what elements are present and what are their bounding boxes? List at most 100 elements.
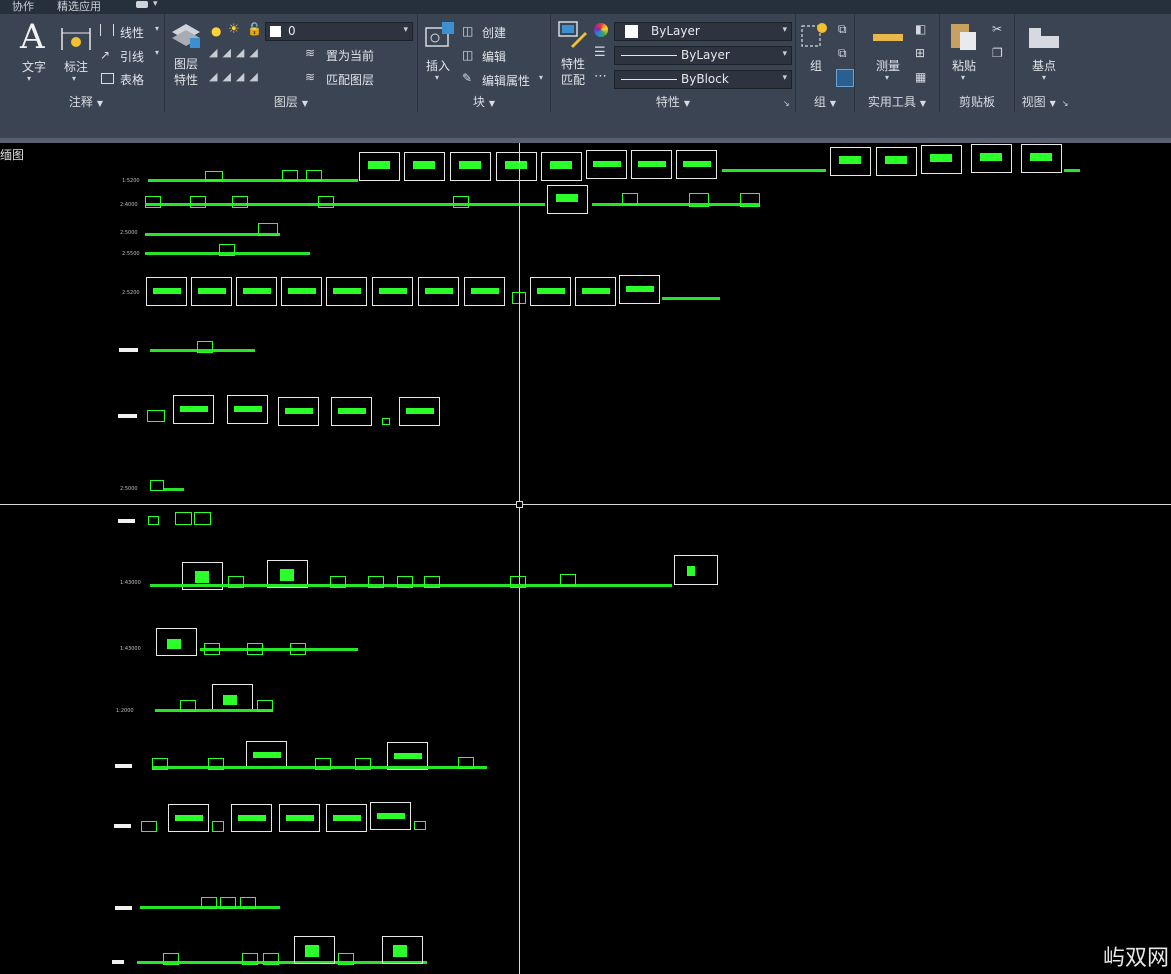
drawing-sheet[interactable]: [331, 397, 372, 426]
insert-block-icon[interactable]: [424, 20, 456, 50]
drawing-sheet[interactable]: [279, 804, 320, 832]
drawing-sheet[interactable]: [146, 277, 187, 306]
drawing-sheet[interactable]: [246, 741, 287, 769]
lock-icon[interactable]: 🔓: [247, 22, 262, 36]
dimension-icon[interactable]: [60, 24, 92, 52]
drawing-canvas[interactable]: 缅图 1:5200 2:4000 2:5000 2:5500 2:5200 2:…: [0, 143, 1171, 974]
edit-attribute-button[interactable]: 编辑属性: [482, 72, 530, 89]
drawing-sheet[interactable]: [372, 277, 413, 306]
sun-icon[interactable]: ☀: [228, 22, 240, 37]
text-button-label[interactable]: 文字: [22, 58, 46, 75]
leader-icon[interactable]: ↗: [100, 48, 110, 62]
drawing-sheet[interactable]: [236, 277, 277, 306]
match-properties-label[interactable]: 特性 匹配: [561, 56, 585, 88]
create-block-button[interactable]: 创建: [482, 24, 506, 41]
drawing-sheet[interactable]: [404, 152, 445, 181]
drawing-sheet[interactable]: [631, 150, 672, 179]
layer-tools-row2-icons[interactable]: ◢◢◢◢: [209, 70, 263, 83]
insert-button-label[interactable]: 插入: [426, 57, 450, 74]
linear-button[interactable]: 线性: [120, 24, 144, 41]
drawing-sheet[interactable]: [676, 150, 717, 179]
edit-block-icon[interactable]: ◫: [462, 48, 473, 62]
chevron-down-icon[interactable]: ▾: [961, 73, 965, 82]
panel-title-layers[interactable]: 图层 ▼: [165, 93, 417, 110]
layer-properties-icon[interactable]: [170, 20, 202, 50]
group-button-label[interactable]: 组: [810, 57, 822, 74]
chevron-down-icon[interactable]: ▾: [885, 73, 889, 82]
tab-collaborate[interactable]: 协作: [12, 0, 34, 14]
drawing-sheet[interactable]: [227, 395, 268, 424]
layer-properties-label[interactable]: 图层 特性: [174, 56, 198, 88]
drawing-sheet[interactable]: [191, 277, 232, 306]
chevron-down-icon[interactable]: ▾: [72, 74, 76, 83]
color-wheel-icon[interactable]: [594, 23, 608, 37]
layer-tools-row1-icons[interactable]: ◢◢◢◢: [209, 46, 263, 59]
lineweight-dropdown[interactable]: ByBlock ▾: [614, 70, 792, 89]
panel-title-groups[interactable]: 组 ▼: [796, 93, 854, 110]
panel-title-view[interactable]: 视图 ▼ ↘: [1015, 93, 1075, 110]
ribbon-toggle-icon[interactable]: [136, 1, 148, 8]
base-point-label[interactable]: 基点: [1032, 57, 1056, 74]
id-point-icon[interactable]: ⊞: [915, 46, 925, 60]
measure-button-label[interactable]: 测量: [876, 57, 900, 74]
calculator-icon[interactable]: ▦: [915, 70, 926, 84]
bulb-icon[interactable]: ●: [211, 24, 221, 38]
drawing-sheet[interactable]: [674, 555, 718, 585]
linear-dim-icon[interactable]: [100, 24, 114, 36]
drawing-sheet[interactable]: [1021, 144, 1062, 173]
drawing-sheet[interactable]: [399, 397, 440, 426]
table-icon[interactable]: [101, 73, 114, 84]
color-dropdown[interactable]: ByLayer ▾: [614, 22, 792, 41]
group-select-icon[interactable]: [836, 69, 854, 87]
base-view-icon[interactable]: [1027, 24, 1061, 50]
match-layer-button[interactable]: 匹配图层: [326, 71, 374, 88]
linetype-dropdown[interactable]: ByLayer ▾: [614, 46, 792, 65]
table-button[interactable]: 表格: [120, 71, 144, 88]
chevron-down-icon[interactable]: ▾: [155, 48, 159, 57]
paste-icon[interactable]: [948, 20, 978, 52]
drawing-sheet[interactable]: [830, 147, 871, 176]
text-icon[interactable]: A: [20, 20, 45, 54]
drawing-sheet[interactable]: [370, 802, 411, 830]
cut-icon[interactable]: ✂: [992, 22, 1002, 36]
chevron-down-icon[interactable]: ▾: [153, 0, 158, 9]
drawing-sheet[interactable]: [278, 397, 319, 426]
panel-title-block[interactable]: 块 ▼: [418, 93, 550, 110]
panel-launcher-icon[interactable]: ↘: [783, 99, 790, 108]
drawing-sheet[interactable]: [547, 185, 588, 214]
match-layer-icon[interactable]: ≋: [305, 70, 315, 84]
panel-title-properties[interactable]: 特性 ▼: [551, 93, 795, 110]
panel-title-utilities[interactable]: 实用工具 ▼: [855, 93, 939, 110]
chevron-down-icon[interactable]: ▾: [539, 73, 543, 82]
make-current-icon[interactable]: ≋: [305, 46, 315, 60]
drawing-sheet[interactable]: [530, 277, 571, 306]
tab-featured-apps[interactable]: 精选应用: [57, 0, 101, 14]
edit-block-button[interactable]: 编辑: [482, 48, 506, 65]
measure-icon[interactable]: [873, 34, 903, 41]
group-icon[interactable]: [800, 20, 830, 50]
drawing-sheet[interactable]: [382, 936, 423, 964]
drawing-sheet[interactable]: [212, 684, 253, 712]
drawing-sheet[interactable]: [168, 804, 209, 832]
drawing-sheet[interactable]: [541, 152, 582, 181]
ungroup-icon[interactable]: ⧉: [838, 22, 847, 37]
drawing-sheet[interactable]: [231, 804, 272, 832]
drawing-sheet[interactable]: [876, 147, 917, 176]
edit-attribute-icon[interactable]: ✎: [462, 71, 472, 85]
drawing-sheet[interactable]: [156, 628, 197, 656]
drawing-sheet[interactable]: [971, 144, 1012, 173]
drawing-sheet[interactable]: [619, 275, 660, 304]
drawing-sheet[interactable]: [418, 277, 459, 306]
drawing-sheet[interactable]: [450, 152, 491, 181]
make-current-button[interactable]: 置为当前: [326, 47, 374, 64]
dimension-button-label[interactable]: 标注: [64, 58, 88, 75]
drawing-sheet[interactable]: [464, 277, 505, 306]
group-edit-icon[interactable]: ⧉: [838, 46, 847, 61]
drawing-sheet[interactable]: [496, 152, 537, 181]
copy-icon[interactable]: ❐: [992, 46, 1003, 60]
lineweight-icon[interactable]: ⋯: [594, 70, 607, 83]
chevron-down-icon[interactable]: ▾: [27, 74, 31, 83]
chevron-down-icon[interactable]: ▾: [435, 73, 439, 82]
drawing-sheet[interactable]: [359, 152, 400, 181]
panel-title-annotation[interactable]: 注释 ▼: [8, 93, 164, 110]
